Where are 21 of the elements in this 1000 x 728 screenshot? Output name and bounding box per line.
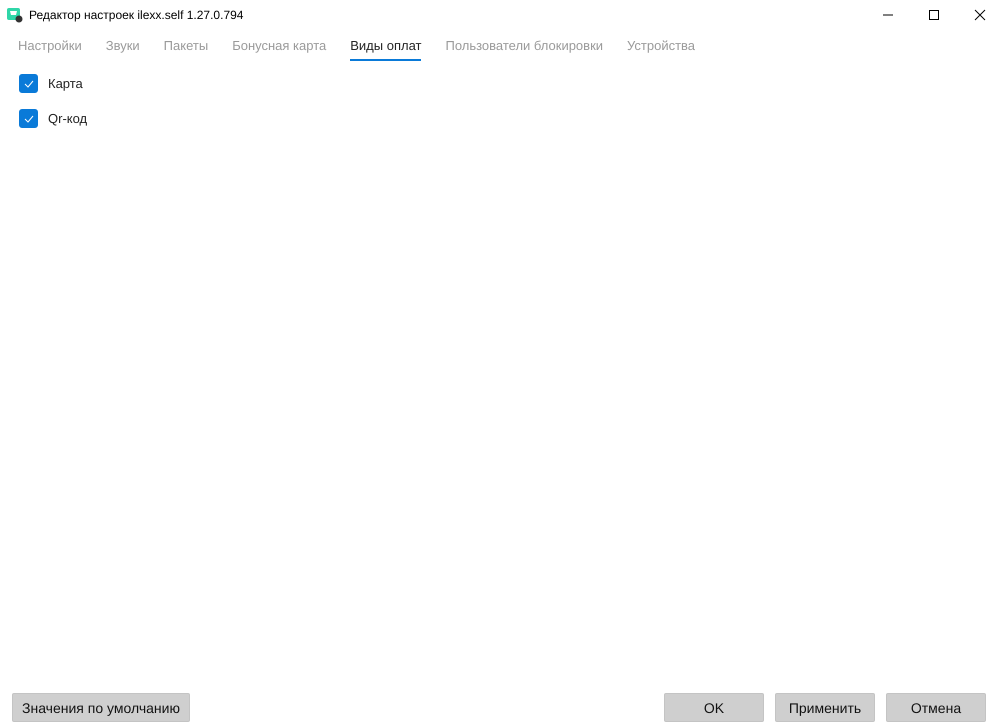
tab[interactable]: Бонусная карта [232, 38, 326, 61]
checkbox[interactable] [19, 109, 38, 128]
button[interactable]: Применить [775, 693, 875, 722]
button[interactable]: OK [664, 693, 764, 722]
tab[interactable]: Звуки [106, 38, 140, 61]
tab[interactable]: Пользователи блокировки [445, 38, 604, 61]
checkbox[interactable] [19, 74, 38, 93]
app-icon [7, 7, 23, 23]
checkbox-label: Qr-код [48, 111, 88, 126]
tab[interactable]: Устройства [627, 38, 696, 61]
checkbox-label: Карта [48, 76, 83, 91]
button[interactable]: Отмена [886, 693, 986, 722]
maximize-icon[interactable] [928, 9, 940, 21]
button[interactable]: Значения по умолчанию [12, 693, 190, 722]
close-icon[interactable] [974, 9, 986, 21]
checkmark-icon [24, 80, 34, 88]
tab[interactable]: Пакеты [164, 38, 208, 61]
checkmark-icon [24, 114, 34, 122]
window-title: Редактор настроек ilexx.self 1.27.0.794 [29, 8, 244, 22]
tab[interactable]: Настройки [18, 38, 82, 61]
tab[interactable]: Виды оплат [350, 38, 422, 61]
